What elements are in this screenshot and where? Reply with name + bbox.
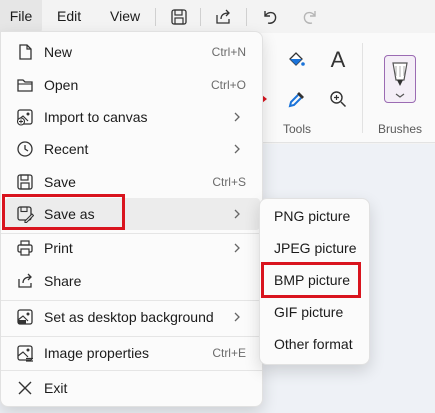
folder-icon (15, 75, 35, 95)
menu-item-label: Save as (44, 206, 95, 222)
menu-item-label: New (44, 44, 73, 60)
fill-bucket-icon[interactable] (285, 49, 307, 71)
toolbar-separator (246, 8, 247, 26)
submenu-item-png-picture[interactable]: PNG picture (264, 201, 365, 231)
text-icon[interactable]: A (326, 47, 350, 73)
desktop-background-icon (15, 307, 35, 327)
menu-item-image-properties[interactable]: Image properties Ctrl+E (5, 337, 260, 369)
menu-item-label: Save (44, 174, 76, 190)
undo-icon[interactable] (259, 6, 281, 28)
shortcut-label: Ctrl+S (212, 175, 246, 189)
menu-item-label: Exit (44, 380, 68, 396)
color-picker-icon[interactable] (286, 88, 308, 110)
submenu-item-bmp-picture[interactable]: BMP picture (264, 265, 365, 295)
menubar: File Edit View (0, 0, 435, 33)
brushes-group-label: Brushes (378, 122, 423, 136)
toolbar-separator (200, 8, 201, 26)
share-icon (15, 271, 35, 291)
menu-item-label: Open (44, 77, 79, 93)
menu-item-save[interactable]: Save Ctrl+S (5, 166, 260, 198)
submenu-item-jpeg-picture[interactable]: JPEG picture (264, 233, 365, 263)
menu-item-label: Share (44, 273, 82, 289)
save-as-submenu: PNG picture JPEG picture BMP picture GIF… (259, 198, 370, 365)
shortcut-label: Ctrl+E (212, 346, 246, 360)
image-properties-icon (15, 343, 35, 363)
redo-icon[interactable] (299, 6, 321, 28)
menu-item-share[interactable]: Share (5, 265, 260, 297)
chevron-right-icon (234, 209, 240, 219)
shortcut-label: Ctrl+N (211, 45, 246, 59)
menu-item-label: Image properties (44, 345, 150, 361)
chevron-right-icon (234, 144, 240, 154)
toolbar-separator (155, 8, 156, 26)
menu-item-import-to-canvas[interactable]: Import to canvas (5, 101, 260, 133)
menu-item-label: Import to canvas (44, 109, 148, 125)
file-menu: New Ctrl+N Open Ctrl+O Import to canvas … (0, 31, 263, 407)
save-icon[interactable] (168, 6, 190, 28)
menu-item-open[interactable]: Open Ctrl+O (5, 69, 260, 101)
brushes-button[interactable] (384, 55, 416, 103)
menu-item-new[interactable]: New Ctrl+N (5, 36, 260, 68)
printer-icon (15, 238, 35, 258)
shortcut-label: Ctrl+O (210, 78, 246, 92)
menu-item-label: Print (44, 240, 73, 256)
menu-item-recent[interactable]: Recent (5, 133, 260, 165)
menu-view[interactable]: View (110, 0, 140, 33)
menu-edit[interactable]: Edit (57, 0, 81, 33)
ribbon-separator (362, 43, 363, 133)
brush-icon (392, 62, 408, 98)
save-icon (15, 172, 35, 192)
chevron-right-icon (234, 312, 240, 322)
menu-item-set-as-desktop-background[interactable]: Set as desktop background (5, 301, 260, 333)
menu-item-exit[interactable]: Exit (5, 372, 260, 404)
share-icon[interactable] (212, 6, 234, 28)
chevron-right-icon (234, 112, 240, 122)
save-as-icon (15, 204, 35, 224)
submenu-item-other-format[interactable]: Other format (264, 329, 365, 359)
chevron-right-icon (234, 243, 240, 253)
tools-group-label: Tools (283, 122, 312, 136)
new-file-icon (15, 42, 35, 62)
submenu-item-gif-picture[interactable]: GIF picture (264, 297, 365, 327)
magnifier-icon[interactable] (327, 88, 349, 110)
menu-file[interactable]: File (0, 0, 42, 33)
menu-item-label: Set as desktop background (44, 309, 214, 325)
import-image-icon (15, 107, 35, 127)
clock-icon (15, 139, 35, 159)
menu-item-print[interactable]: Print (5, 232, 260, 264)
menu-item-label: Recent (44, 141, 89, 157)
menu-item-save-as[interactable]: Save as (5, 198, 260, 230)
menu-divider (1, 370, 262, 371)
close-icon (15, 378, 35, 398)
